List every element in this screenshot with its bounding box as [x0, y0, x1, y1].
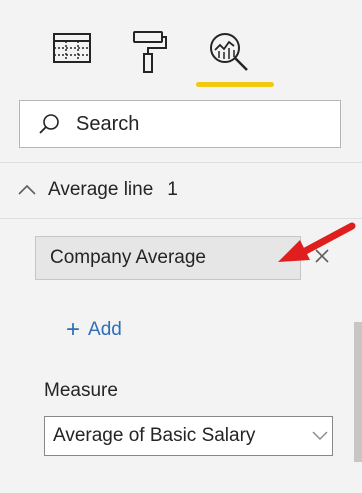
add-line-button[interactable]: + Add: [66, 315, 122, 345]
divider: [0, 162, 362, 163]
search-box[interactable]: [19, 100, 341, 148]
pane-bottom: [0, 466, 362, 493]
paint-roller-icon: [133, 31, 167, 73]
pane-top-strip: [0, 0, 362, 20]
chevron-up-icon: [18, 184, 36, 196]
measure-value: Average of Basic Salary: [53, 425, 256, 446]
table-grid-icon: [53, 33, 91, 63]
tab-analytics[interactable]: [205, 28, 255, 82]
plus-icon: +: [66, 316, 81, 343]
add-label: Add: [88, 319, 122, 340]
visualizations-pane: Average line 1 Company Average + Add Mea…: [0, 0, 362, 493]
chevron-down-icon: [312, 429, 328, 441]
red-arrow-icon: [278, 222, 356, 262]
analytics-magnifier-icon: [210, 33, 248, 71]
measure-dropdown[interactable]: Average of Basic Salary: [44, 416, 333, 456]
average-line-section-header[interactable]: Average line 1: [0, 170, 362, 210]
average-line-item[interactable]: Company Average: [35, 236, 301, 280]
tab-format[interactable]: [128, 28, 178, 82]
section-count: 1: [167, 179, 178, 200]
search-input[interactable]: [76, 112, 276, 136]
tab-fields[interactable]: [50, 28, 100, 82]
divider: [0, 218, 362, 219]
average-line-label: Company Average: [50, 247, 206, 268]
scrollbar-thumb[interactable]: [354, 322, 362, 462]
section-title: Average line: [48, 179, 154, 200]
measure-label: Measure: [44, 380, 118, 401]
active-tab-indicator: [196, 82, 274, 87]
search-icon: [38, 113, 60, 135]
